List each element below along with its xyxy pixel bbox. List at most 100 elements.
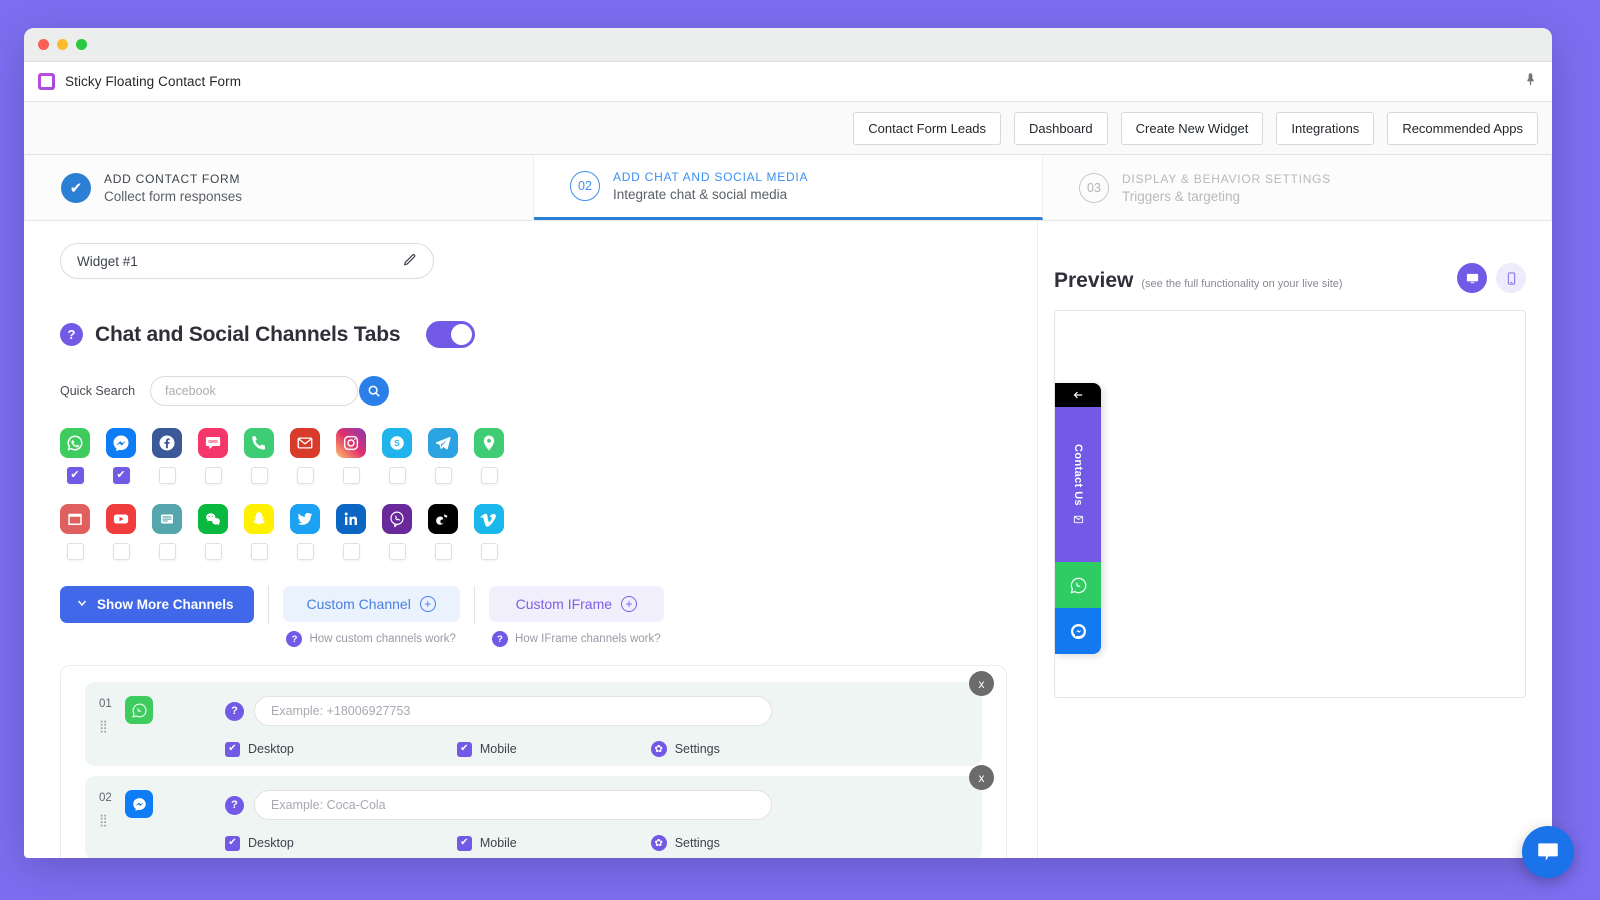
envelope-icon bbox=[1072, 514, 1084, 525]
channel-checkbox-skype[interactable] bbox=[388, 467, 406, 484]
channel-checkbox-form[interactable] bbox=[158, 543, 176, 560]
channel-option-telegram[interactable] bbox=[428, 428, 458, 484]
remove-channel-button[interactable]: x bbox=[969, 765, 994, 790]
custom-iframe-help-link[interactable]: ? How IFrame channels work? bbox=[491, 631, 661, 647]
channel-checkbox-snapchat[interactable] bbox=[250, 543, 268, 560]
step-display-behavior-settings[interactable]: 03 DISPLAY & BEHAVIOR SETTINGS Triggers … bbox=[1043, 155, 1552, 220]
custom-channel-button[interactable]: Custom Channel + bbox=[282, 586, 460, 622]
channel-checkbox-wechat[interactable] bbox=[204, 543, 222, 560]
pin-icon[interactable] bbox=[1523, 72, 1538, 91]
mobile-preview-button[interactable] bbox=[1496, 263, 1526, 293]
step-1-subtitle: Collect form responses bbox=[104, 188, 243, 204]
widget-tab-messenger[interactable] bbox=[1055, 608, 1101, 654]
nav-integrations[interactable]: Integrations bbox=[1276, 111, 1375, 145]
preview-sticky-widget: Contact Us bbox=[1055, 383, 1101, 654]
channel-checkbox-email[interactable] bbox=[296, 467, 314, 484]
preview-canvas: Contact Us bbox=[1054, 310, 1526, 698]
channel-option-twitter[interactable] bbox=[290, 504, 320, 560]
window-titlebar bbox=[24, 28, 1552, 62]
help-icon[interactable]: ? bbox=[225, 701, 244, 721]
channel-checkbox-instagram[interactable] bbox=[342, 467, 360, 484]
nav-contact-form-leads[interactable]: Contact Form Leads bbox=[853, 111, 1002, 145]
channel-checkbox-location[interactable] bbox=[480, 467, 498, 484]
help-icon[interactable]: ? bbox=[60, 323, 83, 346]
plus-icon: + bbox=[621, 596, 638, 612]
help-icon[interactable]: ? bbox=[225, 795, 244, 815]
custom-iframe-button[interactable]: Custom IFrame + bbox=[488, 586, 664, 622]
window-maximize-button[interactable] bbox=[76, 39, 87, 50]
channel-option-viber[interactable] bbox=[382, 504, 412, 560]
step-add-contact-form[interactable]: ✔ ADD CONTACT FORM Collect form response… bbox=[24, 155, 534, 220]
step-add-chat-and-social-media[interactable]: 02 ADD CHAT AND SOCIAL MEDIA Integrate c… bbox=[534, 155, 1043, 220]
channel-option-calendar[interactable] bbox=[60, 504, 90, 560]
quick-search-input[interactable]: facebook bbox=[150, 376, 359, 406]
page-root: Sticky Floating Contact Form Contact For… bbox=[0, 0, 1600, 900]
channel-checkbox-calendar[interactable] bbox=[66, 543, 84, 560]
window-close-button[interactable] bbox=[38, 39, 49, 50]
widget-collapse-button[interactable] bbox=[1055, 383, 1101, 407]
desktop-checkbox[interactable]: ✔ bbox=[225, 835, 240, 851]
nav-dashboard[interactable]: Dashboard bbox=[1014, 111, 1108, 145]
channel-option-linkedin[interactable] bbox=[336, 504, 366, 560]
widget-contact-us-tab[interactable]: Contact Us bbox=[1055, 407, 1101, 562]
pencil-icon[interactable] bbox=[403, 253, 417, 270]
nav-recommended-apps[interactable]: Recommended Apps bbox=[1387, 111, 1538, 145]
floating-chat-button[interactable] bbox=[1522, 826, 1574, 878]
desktop-option[interactable]: ✔ Desktop bbox=[225, 835, 294, 851]
channel-checkbox-viber[interactable] bbox=[388, 543, 406, 560]
channel-checkbox-telegram[interactable] bbox=[434, 467, 452, 484]
channel-checkbox-tiktok[interactable] bbox=[434, 543, 452, 560]
mobile-option[interactable]: ✔ Mobile bbox=[456, 741, 517, 757]
channel-option-wechat[interactable] bbox=[198, 504, 228, 560]
step-2-subtitle: Integrate chat & social media bbox=[613, 187, 788, 202]
channel-checkbox-sms[interactable] bbox=[204, 467, 222, 484]
channel-option-youtube[interactable] bbox=[106, 504, 136, 560]
channel-option-email[interactable] bbox=[290, 428, 320, 484]
channel-option-messenger[interactable]: ✔ bbox=[106, 428, 136, 484]
channel-checkbox-linkedin[interactable] bbox=[342, 543, 360, 560]
widget-name-input[interactable]: Widget #1 bbox=[60, 243, 434, 279]
custom-iframe-help-label: How IFrame channels work? bbox=[514, 633, 661, 645]
drag-handle-icon[interactable]: ⣿ bbox=[99, 814, 121, 826]
channel-checkbox-whatsapp[interactable]: ✔ bbox=[66, 467, 84, 484]
channel-checkbox-messenger[interactable]: ✔ bbox=[112, 467, 130, 484]
mobile-checkbox[interactable]: ✔ bbox=[456, 741, 472, 757]
drag-handle-icon[interactable]: ⣿ bbox=[99, 720, 121, 732]
remove-channel-button[interactable]: x bbox=[969, 671, 994, 696]
show-more-channels-button[interactable]: Show More Channels bbox=[60, 586, 254, 623]
channel-option-form[interactable] bbox=[152, 504, 182, 560]
chat-channels-toggle[interactable] bbox=[426, 321, 476, 348]
mobile-checkbox[interactable]: ✔ bbox=[456, 835, 472, 851]
messenger-page-input[interactable]: Example: Coca-Cola bbox=[254, 790, 772, 820]
channel-option-location[interactable] bbox=[474, 428, 504, 484]
channel-option-facebook[interactable] bbox=[152, 428, 182, 484]
channel-option-skype[interactable]: S bbox=[382, 428, 412, 484]
widget-tab-whatsapp[interactable] bbox=[1055, 562, 1101, 608]
channel-checkbox-vimeo[interactable] bbox=[480, 543, 498, 560]
channel-picker-grid: ✔ ✔ SMS S bbox=[60, 428, 1007, 560]
configured-channel-row: 02 ⣿ ? Example: Coca-Cola ✔ Desktop ✔ Mo… bbox=[85, 765, 994, 858]
desktop-checkbox[interactable]: ✔ bbox=[225, 741, 240, 757]
channel-option-snapchat[interactable] bbox=[244, 504, 274, 560]
channel-checkbox-youtube[interactable] bbox=[112, 543, 130, 560]
settings-option[interactable]: ✿ Settings bbox=[650, 741, 720, 757]
channel-option-instagram[interactable] bbox=[336, 428, 366, 484]
desktop-option[interactable]: ✔ Desktop bbox=[225, 741, 294, 757]
whatsapp-number-input[interactable]: Example: +18006927753 bbox=[254, 696, 772, 726]
channel-checkbox-phone[interactable] bbox=[250, 467, 268, 484]
nav-create-new-widget[interactable]: Create New Widget bbox=[1120, 111, 1264, 145]
window-minimize-button[interactable] bbox=[57, 39, 68, 50]
channel-option-vimeo[interactable] bbox=[474, 504, 504, 560]
channel-option-whatsapp[interactable]: ✔ bbox=[60, 428, 90, 484]
channel-option-phone[interactable] bbox=[244, 428, 274, 484]
channel-checkbox-facebook[interactable] bbox=[158, 467, 176, 484]
channel-option-tiktok[interactable] bbox=[428, 504, 458, 560]
custom-channel-help-link[interactable]: ? How custom channels work? bbox=[286, 631, 456, 647]
desktop-preview-button[interactable] bbox=[1457, 263, 1487, 293]
settings-option[interactable]: ✿ Settings bbox=[650, 835, 720, 851]
mobile-option[interactable]: ✔ Mobile bbox=[456, 835, 517, 851]
search-icon[interactable] bbox=[359, 376, 390, 406]
channel-checkbox-twitter[interactable] bbox=[296, 543, 314, 560]
custom-channel-label: Custom Channel bbox=[306, 596, 411, 612]
channel-option-sms[interactable]: SMS bbox=[198, 428, 228, 484]
